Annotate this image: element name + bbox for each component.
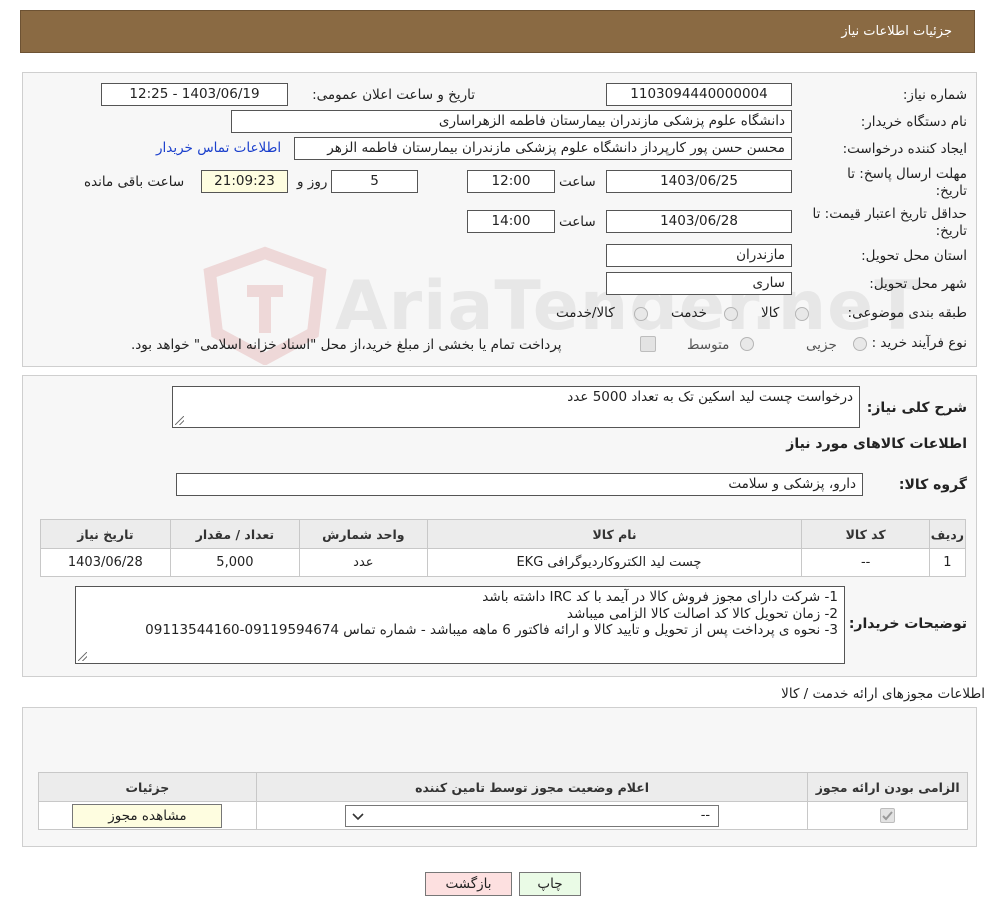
- view-license-button[interactable]: مشاهده مجوز: [72, 803, 223, 828]
- goods-cell-row: 1: [928, 548, 967, 577]
- required-checkbox: [880, 808, 896, 823]
- goods-cell-date: 1403/06/28: [40, 548, 171, 577]
- page-title: جزئیات اطلاعات نیاز: [841, 24, 952, 39]
- process-type-label: نوع فرآیند خرید :: [871, 335, 967, 351]
- process-minor-radio[interactable]: [853, 337, 867, 351]
- resize-handle-icon[interactable]: [175, 416, 184, 425]
- province-label: استان محل تحویل:: [861, 248, 967, 264]
- goods-group-label: گروه کالا:: [898, 477, 967, 493]
- announce-date-field: 1403/06/19 - 12:25: [101, 83, 288, 106]
- description-textarea[interactable]: درخواست چست لید اسکین تک به تعداد 5000 ع…: [172, 386, 860, 428]
- goods-col-code: کد کالا: [801, 519, 930, 549]
- need-number-label: شماره نیاز:: [902, 87, 967, 103]
- goods-info-title: اطلاعات کالاهای مورد نیاز: [786, 436, 967, 452]
- category-label: طبقه بندی موضوعی:: [847, 305, 967, 321]
- licenses-header-row: الزامی بودن ارائه مجوز اعلام وضعیت مجوز …: [38, 772, 968, 802]
- buyer-notes-label: توضیحات خریدار:: [848, 616, 967, 632]
- goods-cell-unit: عدد: [299, 548, 428, 577]
- buyer-org-label: نام دستگاه خریدار:: [860, 114, 967, 130]
- buyer-note-line-1: 1- شرکت دارای مجوز فروش کالا در آیمد با …: [482, 589, 838, 605]
- goods-cell-quantity: 5,000: [169, 548, 301, 577]
- description-label: شرح کلی نیاز:: [866, 400, 967, 416]
- print-button[interactable]: چاپ: [519, 872, 581, 896]
- category-goods-radio[interactable]: [795, 307, 809, 321]
- validity-time-field: 14:00: [467, 210, 555, 233]
- deadline-time-label: ساعت: [559, 174, 596, 190]
- goods-table-header-row: ردیف کد کالا نام کالا واحد شمارش تعداد /…: [40, 519, 967, 549]
- process-minor-label: جزیی: [806, 337, 837, 353]
- goods-table: ردیف کد کالا نام کالا واحد شمارش تعداد /…: [40, 519, 967, 577]
- category-service-radio[interactable]: [724, 307, 738, 321]
- deadline-date-field: 1403/06/25: [606, 170, 792, 193]
- description-text: درخواست چست لید اسکین تک به تعداد 5000 ع…: [567, 389, 853, 405]
- days-label: روز و: [297, 174, 328, 190]
- licenses-col-details: جزئیات: [38, 772, 257, 802]
- creator-field: محسن حسن پور کارپرداز دانشگاه علوم پزشکی…: [294, 137, 792, 160]
- remaining-time-field: 21:09:23: [201, 170, 288, 193]
- validity-time-label: ساعت: [559, 214, 596, 230]
- checkmark-icon: [882, 811, 893, 821]
- goods-col-row: ردیف: [928, 519, 967, 549]
- treasury-checkbox[interactable]: [640, 336, 656, 352]
- licenses-col-status: اعلام وضعیت مجوز توسط تامین کننده: [255, 772, 809, 802]
- table-row: 1 -- چست لید الکتروکاردیوگرافی EKG عدد 5…: [40, 548, 967, 577]
- buyer-note-line-3: 3- نحوه ی پرداخت پس از تحویل و تایید کال…: [145, 622, 838, 638]
- table-row: -- مشاهده مجوز: [38, 801, 968, 830]
- creator-label: ایجاد کننده درخواست:: [842, 141, 967, 157]
- goods-cell-code: --: [801, 548, 930, 577]
- days-remaining-field: 5: [331, 170, 418, 193]
- deadline-label: مهلت ارسال پاسخ: تا: [847, 166, 967, 182]
- licenses-title: اطلاعات مجوزهای ارائه خدمت / کالا: [781, 686, 985, 702]
- buyer-notes-textarea[interactable]: 1- شرکت دارای مجوز فروش کالا در آیمد با …: [75, 586, 845, 664]
- buyer-contact-link[interactable]: اطلاعات تماس خریدار: [156, 140, 281, 156]
- goods-group-field: دارو، پزشکی و سلامت: [176, 473, 863, 496]
- province-field: مازندران: [606, 244, 792, 267]
- city-label: شهر محل تحویل:: [869, 276, 967, 292]
- treasury-note: پرداخت تمام یا بخشی از مبلغ خرید،از محل …: [131, 337, 562, 353]
- category-goods-service-label: کالا/خدمت: [556, 305, 615, 321]
- category-goods-label: کالا: [761, 305, 780, 321]
- category-service-label: خدمت: [671, 305, 707, 321]
- page-header: جزئیات اطلاعات نیاز: [20, 10, 975, 53]
- announce-date-label: تاریخ و ساعت اعلان عمومی:: [312, 87, 475, 103]
- license-status-select[interactable]: --: [345, 804, 720, 827]
- goods-col-date: تاریخ نیاز: [40, 519, 171, 549]
- buyer-org-field: دانشگاه علوم پزشکی مازندران بیمارستان فا…: [231, 110, 792, 133]
- back-button[interactable]: بازگشت: [425, 872, 512, 896]
- goods-col-name: نام کالا: [426, 519, 803, 549]
- licenses-table: الزامی بودن ارائه مجوز اعلام وضعیت مجوز …: [38, 772, 968, 830]
- process-medium-label: متوسط: [687, 337, 730, 353]
- process-medium-radio[interactable]: [740, 337, 754, 351]
- resize-handle-icon[interactable]: [78, 652, 87, 661]
- licenses-cell-required: [807, 801, 968, 830]
- goods-col-quantity: تعداد / مقدار: [169, 519, 301, 549]
- city-field: ساری: [606, 272, 792, 295]
- licenses-cell-details: مشاهده مجوز: [38, 801, 257, 830]
- goods-cell-name: چست لید الکتروکاردیوگرافی EKG: [426, 548, 803, 577]
- need-number-field: 1103094440000004: [606, 83, 792, 106]
- category-goods-service-radio[interactable]: [634, 307, 648, 321]
- buyer-note-line-2: 2- زمان تحویل کالا کد اصالت کالا الزامی …: [566, 605, 838, 622]
- licenses-col-required: الزامی بودن ارائه مجوز: [807, 772, 968, 802]
- remaining-time-label: ساعت باقی مانده: [84, 174, 185, 190]
- validity-label-date: تاریخ:: [935, 223, 967, 239]
- license-status-value: --: [700, 807, 711, 823]
- chevron-down-icon: [352, 812, 364, 820]
- licenses-cell-status: --: [255, 801, 809, 830]
- validity-label: حداقل تاریخ اعتبار قیمت: تا: [812, 206, 967, 222]
- goods-col-unit: واحد شمارش: [299, 519, 428, 549]
- deadline-label-date: تاریخ:: [935, 183, 967, 199]
- validity-date-field: 1403/06/28: [606, 210, 792, 233]
- deadline-time-field: 12:00: [467, 170, 555, 193]
